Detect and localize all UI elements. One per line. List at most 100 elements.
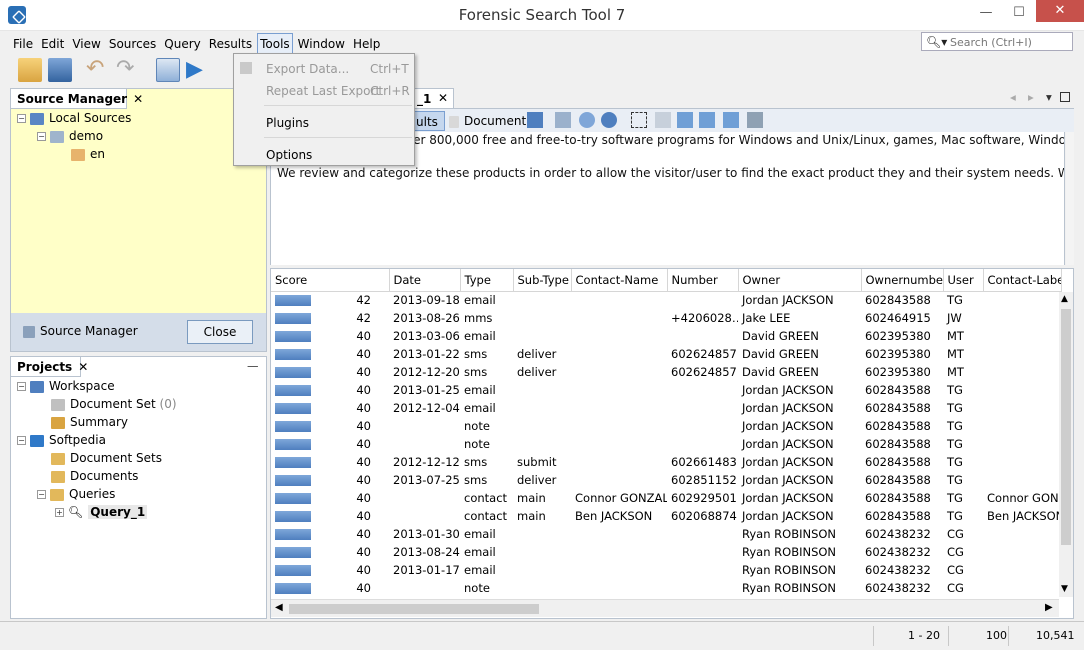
tab-list-icon[interactable]: ▾: [1046, 90, 1052, 104]
column-header[interactable]: Ownernumber: [861, 269, 944, 292]
maximize-panel-icon[interactable]: [1060, 92, 1070, 102]
tree-node-queries[interactable]: − Queries: [37, 487, 115, 501]
tree-node-document-set[interactable]: Document Set (0): [51, 397, 177, 411]
tree-node-documents[interactable]: Documents: [51, 469, 138, 483]
table-row[interactable]: 40 2012-12-12 sms submit 602661483 Jordan JAC…: [271, 453, 1061, 471]
column-header[interactable]: Contact-Name: [571, 269, 668, 292]
menu-results[interactable]: Results: [206, 33, 255, 55]
column-header[interactable]: Owner: [738, 269, 862, 292]
column-header[interactable]: Date: [389, 269, 461, 292]
column-header[interactable]: Score: [271, 269, 390, 292]
menu-tools[interactable]: Tools: [257, 33, 293, 55]
undo-icon[interactable]: ↶: [86, 58, 110, 82]
tree-node-en[interactable]: en: [71, 147, 105, 161]
menu-file[interactable]: File: [10, 33, 36, 55]
collapse-icon[interactable]: −: [37, 132, 46, 141]
tree-node-demo[interactable]: − demo: [37, 129, 103, 143]
result-range: 1 - 20: [908, 629, 940, 642]
document-vertical-scrollbar[interactable]: [1066, 132, 1074, 265]
scroll-up-icon[interactable]: ▲: [1061, 294, 1068, 304]
table-row[interactable]: 40 note Jordan JACKSON 602843588 TG: [271, 435, 1061, 453]
column-header[interactable]: Type: [460, 269, 514, 292]
close-icon[interactable]: ✕: [133, 92, 143, 106]
projects-tab[interactable]: Projects ✕: [11, 357, 88, 377]
list-icon[interactable]: [555, 112, 571, 128]
grid-icon[interactable]: [747, 112, 763, 128]
source-manager-tab[interactable]: Source Manager ✕: [11, 89, 143, 109]
table-row[interactable]: 40 2013-08-24 email Ryan ROBINSON 602438232 C…: [271, 543, 1061, 561]
arrow-left-icon[interactable]: [655, 112, 671, 128]
table-row[interactable]: 40 2013-03-06 email David GREEN 602395380 MT: [271, 327, 1061, 345]
table-row[interactable]: 40 2013-01-22 sms deliver 602624857 David GRE…: [271, 345, 1061, 363]
menu-window[interactable]: Window: [295, 33, 348, 55]
open-folder-icon[interactable]: [18, 58, 42, 82]
scroll-down-icon[interactable]: ▼: [1061, 584, 1068, 594]
tab-left-arrow-icon[interactable]: ◂: [1010, 90, 1016, 104]
table-cell: 2013-07-25: [393, 473, 460, 487]
menu-item-options[interactable]: Options: [266, 148, 312, 162]
column-header[interactable]: Sub-Type: [513, 269, 572, 292]
maximize-button[interactable]: ☐: [1005, 4, 1033, 22]
table-row[interactable]: 40 2012-12-04 email Jordan JACKSON 602843588…: [271, 399, 1061, 417]
menu-sources[interactable]: Sources: [106, 33, 159, 55]
document-icon[interactable]: [156, 58, 180, 82]
menu-help[interactable]: Help: [350, 33, 383, 55]
tree-node-summary[interactable]: Summary: [51, 415, 128, 429]
select-icon[interactable]: [631, 112, 647, 128]
table-row[interactable]: 40 2012-12-20 sms deliver 602624857 David GRE…: [271, 363, 1061, 381]
tree-node-document-sets[interactable]: Document Sets: [51, 451, 162, 465]
scroll-right-icon[interactable]: ▶: [1045, 602, 1053, 613]
collapse-icon[interactable]: −: [17, 382, 26, 391]
scrollbar-thumb[interactable]: [1061, 309, 1071, 545]
menu-edit[interactable]: Edit: [38, 33, 67, 55]
table-cell: [571, 543, 667, 561]
results-horizontal-scrollbar[interactable]: ◀ ▶: [271, 599, 1059, 617]
search-input[interactable]: 🔍︎▾ Search (Ctrl+I): [921, 32, 1073, 51]
close-window-button[interactable]: ✕: [1036, 0, 1084, 22]
menu-item-plugins[interactable]: Plugins: [266, 116, 309, 130]
minimize-panel-icon[interactable]: —: [247, 359, 259, 373]
scrollbar-thumb[interactable]: [289, 604, 539, 614]
column-header[interactable]: Contact-Label: [983, 269, 1062, 292]
scroll-left-icon[interactable]: ◀: [275, 602, 283, 613]
table-row[interactable]: 42 2013-09-18 email Jordan JACKSON 602843588…: [271, 291, 1061, 309]
collapse-icon[interactable]: −: [17, 436, 26, 445]
tab-right-arrow-icon[interactable]: ▸: [1028, 90, 1034, 104]
tree-node-local-sources[interactable]: − Local Sources: [17, 111, 131, 125]
table-row[interactable]: 40 note Ryan ROBINSON 602438232 CG: [271, 579, 1061, 597]
table-row[interactable]: 40 contact main Ben JACKSON 602068874 Jordan …: [271, 507, 1061, 525]
tree-node-query1[interactable]: + 🔍︎ Query_1: [55, 505, 148, 519]
run-icon[interactable]: ▶: [186, 58, 210, 82]
collapse-icon[interactable]: −: [37, 490, 46, 499]
minimize-button[interactable]: —: [972, 4, 1000, 22]
close-button[interactable]: Close: [187, 320, 253, 344]
redo-icon[interactable]: ↷: [116, 58, 140, 82]
table-row[interactable]: 42 2013-08-26 mms +4206028… Jake LEE 60246491…: [271, 309, 1061, 327]
tree-node-workspace[interactable]: − Workspace: [17, 379, 115, 393]
column-header[interactable]: Number: [667, 269, 739, 292]
table-row[interactable]: 40 2013-01-25 email Jordan JACKSON 602843588…: [271, 381, 1061, 399]
close-icon[interactable]: ✕: [438, 91, 448, 105]
close-icon[interactable]: ✕: [78, 360, 88, 374]
column-header[interactable]: User: [943, 269, 984, 292]
arrow-up-icon[interactable]: [699, 112, 715, 128]
search-icon[interactable]: [579, 112, 595, 128]
save-icon[interactable]: [48, 58, 72, 82]
table-row[interactable]: 40 2013-07-25 sms deliver 602851152 Jordan JA…: [271, 471, 1061, 489]
collapse-icon[interactable]: −: [17, 114, 26, 123]
table-row[interactable]: 40 2013-01-30 email Ryan ROBINSON 602438232 C…: [271, 525, 1061, 543]
table-row[interactable]: 40 2013-01-17 email Ryan ROBINSON 602438232 C…: [271, 561, 1061, 579]
source-manager-link[interactable]: Source Manager: [23, 324, 138, 338]
document-tab[interactable]: Document: [443, 111, 532, 131]
table-row[interactable]: 40 contact main Connor GONZALEZ 602929501 Jor…: [271, 489, 1061, 507]
expand-icon[interactable]: +: [55, 508, 64, 517]
menu-query[interactable]: Query: [161, 33, 203, 55]
export-icon[interactable]: [527, 112, 543, 128]
tree-node-softpedia[interactable]: − Softpedia: [17, 433, 106, 447]
arrow-down-icon[interactable]: [723, 112, 739, 128]
table-row[interactable]: 40 note Jordan JACKSON 602843588 TG: [271, 417, 1061, 435]
menu-view[interactable]: View: [69, 33, 103, 55]
refresh-icon[interactable]: [601, 112, 617, 128]
arrow-right-icon[interactable]: [677, 112, 693, 128]
score-bar: [275, 475, 311, 486]
